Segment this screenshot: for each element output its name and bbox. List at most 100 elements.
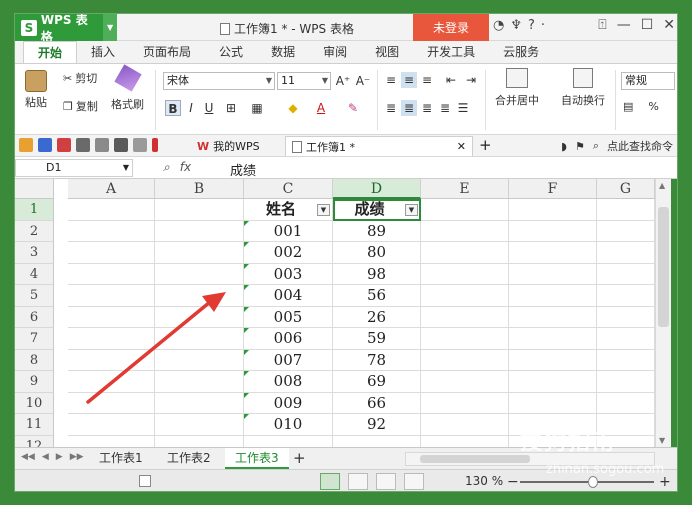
cell-d11[interactable]: 92	[333, 414, 421, 436]
cell-b1[interactable]	[155, 199, 244, 221]
paste-button[interactable]: 粘贴	[25, 70, 47, 110]
cell-c11[interactable]: 010	[244, 414, 333, 436]
cell-g5[interactable]	[597, 285, 655, 307]
login-button[interactable]: 未登录	[413, 14, 489, 41]
cell-d5[interactable]: 56	[333, 285, 421, 307]
column-header-e[interactable]: E	[421, 179, 509, 199]
cell-e11[interactable]	[421, 414, 509, 436]
cell-b6[interactable]	[155, 306, 244, 328]
column-header-a[interactable]: A	[68, 179, 155, 199]
cell-e6[interactable]	[421, 306, 509, 328]
cell-d8[interactable]: 78	[333, 349, 421, 371]
align-middle-icon[interactable]: ≡	[401, 72, 417, 88]
sheet-tab-2[interactable]: 工作表2	[157, 448, 221, 469]
row-header-7[interactable]: 7	[15, 328, 54, 350]
cell-b7[interactable]	[155, 328, 244, 350]
tab-my-wps[interactable]: W 我的WPS	[191, 136, 266, 156]
help-icon[interactable]: ?	[528, 18, 535, 33]
column-header-f[interactable]: F	[509, 179, 597, 199]
search-icon[interactable]: ⌕	[593, 139, 599, 153]
command-search[interactable]: 点此查找命令	[607, 138, 673, 154]
align-top-icon[interactable]: ≡	[383, 72, 399, 88]
cell-c2[interactable]: 001	[244, 220, 333, 242]
column-header-g[interactable]: G	[597, 179, 655, 199]
align-center-icon[interactable]: ≣	[401, 100, 417, 116]
cell-b8[interactable]	[155, 349, 244, 371]
cell-f4[interactable]	[509, 263, 597, 285]
cell-c8[interactable]: 007	[244, 349, 333, 371]
cell-c4[interactable]: 003	[244, 263, 333, 285]
header-score-cell[interactable]: 成绩 ▼	[333, 199, 421, 221]
vertical-scroll-thumb[interactable]	[658, 207, 669, 327]
close-icon[interactable]: ✕	[663, 17, 675, 33]
vertical-scrollbar[interactable]: ▲ ▼	[655, 179, 671, 447]
clear-format-icon[interactable]: ✎	[345, 100, 361, 116]
cell-d4[interactable]: 98	[333, 263, 421, 285]
theme-icon[interactable]: ◗	[561, 140, 567, 153]
cell-b10[interactable]	[155, 392, 244, 414]
indent-increase-icon[interactable]: ⇥	[463, 72, 479, 88]
zoom-slider-knob[interactable]	[588, 476, 598, 488]
customize-icon[interactable]	[152, 138, 158, 152]
tab-page-layout[interactable]: 页面布局	[129, 41, 205, 63]
tab-review[interactable]: 审阅	[309, 41, 361, 63]
cell-d12[interactable]	[333, 435, 421, 447]
minimize-icon[interactable]: —	[617, 17, 631, 33]
minimize-ribbon-icon[interactable]: ·	[541, 18, 545, 33]
spreadsheet-grid[interactable]: A B C D E F G 1 姓名 ▼ 成绩 ▼ 2 001 89 3 002 80 4 003 98 5 004 56 6 0…	[15, 179, 655, 447]
fill-color-icon[interactable]: ◆	[285, 100, 301, 116]
tab-workbook[interactable]: 工作簿1 * ✕	[285, 136, 473, 156]
cell-a3[interactable]	[68, 242, 155, 264]
row-header-12[interactable]: 12	[15, 435, 54, 447]
cell-f2[interactable]	[509, 220, 597, 242]
cell-a12[interactable]	[68, 435, 155, 447]
tab-developer[interactable]: 开发工具	[413, 41, 489, 63]
cell-g2[interactable]	[597, 220, 655, 242]
undo-icon[interactable]	[114, 138, 128, 152]
font-shrink-button[interactable]: A⁻	[355, 73, 371, 89]
next-sheet-icon[interactable]: ▶	[56, 452, 63, 462]
select-all-corner[interactable]	[15, 179, 54, 199]
add-sheet-button[interactable]: +	[293, 449, 306, 467]
tab-cloud[interactable]: 云服务	[489, 41, 553, 63]
row-header-11[interactable]: 11	[15, 414, 54, 436]
cell-a9[interactable]	[68, 371, 155, 393]
cell-c10[interactable]: 009	[244, 392, 333, 414]
row-header-1[interactable]: 1	[15, 199, 54, 221]
format-painter-button[interactable]: 格式刷	[111, 64, 144, 112]
header-name-cell[interactable]: 姓名 ▼	[244, 199, 333, 221]
align-left-icon[interactable]: ≣	[383, 100, 399, 116]
cell-b3[interactable]	[155, 242, 244, 264]
zoom-search-icon[interactable]: ⌕	[163, 160, 170, 175]
font-grow-button[interactable]: A⁺	[335, 73, 351, 89]
last-sheet-icon[interactable]: ▶▶	[70, 452, 84, 462]
prev-sheet-icon[interactable]: ◀	[42, 452, 49, 462]
cell-f9[interactable]	[509, 371, 597, 393]
row-header-8[interactable]: 8	[15, 349, 54, 371]
cell-a5[interactable]	[68, 285, 155, 307]
cell-g8[interactable]	[597, 349, 655, 371]
row-header-4[interactable]: 4	[15, 263, 54, 285]
font-name-select[interactable]: 宋体 ▼	[163, 72, 275, 90]
cell-f3[interactable]	[509, 242, 597, 264]
cell-f7[interactable]	[509, 328, 597, 350]
border-icon[interactable]: ⊞	[223, 100, 239, 116]
row-header-10[interactable]: 10	[15, 392, 54, 414]
fill-pattern-icon[interactable]: ▦	[249, 100, 265, 116]
zoom-level[interactable]: 130 %	[465, 474, 503, 488]
row-header-6[interactable]: 6	[15, 306, 54, 328]
cell-a10[interactable]	[68, 392, 155, 414]
cell-g9[interactable]	[597, 371, 655, 393]
zoom-out-icon[interactable]: −	[507, 474, 519, 490]
scroll-down-icon[interactable]: ▼	[659, 436, 665, 445]
cell-a6[interactable]	[68, 306, 155, 328]
cell-e2[interactable]	[421, 220, 509, 242]
font-size-select[interactable]: 11 ▼	[277, 72, 331, 90]
cell-f10[interactable]	[509, 392, 597, 414]
cell-g4[interactable]	[597, 263, 655, 285]
horizontal-scroll-thumb[interactable]	[420, 455, 530, 463]
cell-e3[interactable]	[421, 242, 509, 264]
tab-data[interactable]: 数据	[257, 41, 309, 63]
wrap-text-button[interactable]: 自动换行	[561, 68, 605, 108]
cell-c5[interactable]: 004	[244, 285, 333, 307]
